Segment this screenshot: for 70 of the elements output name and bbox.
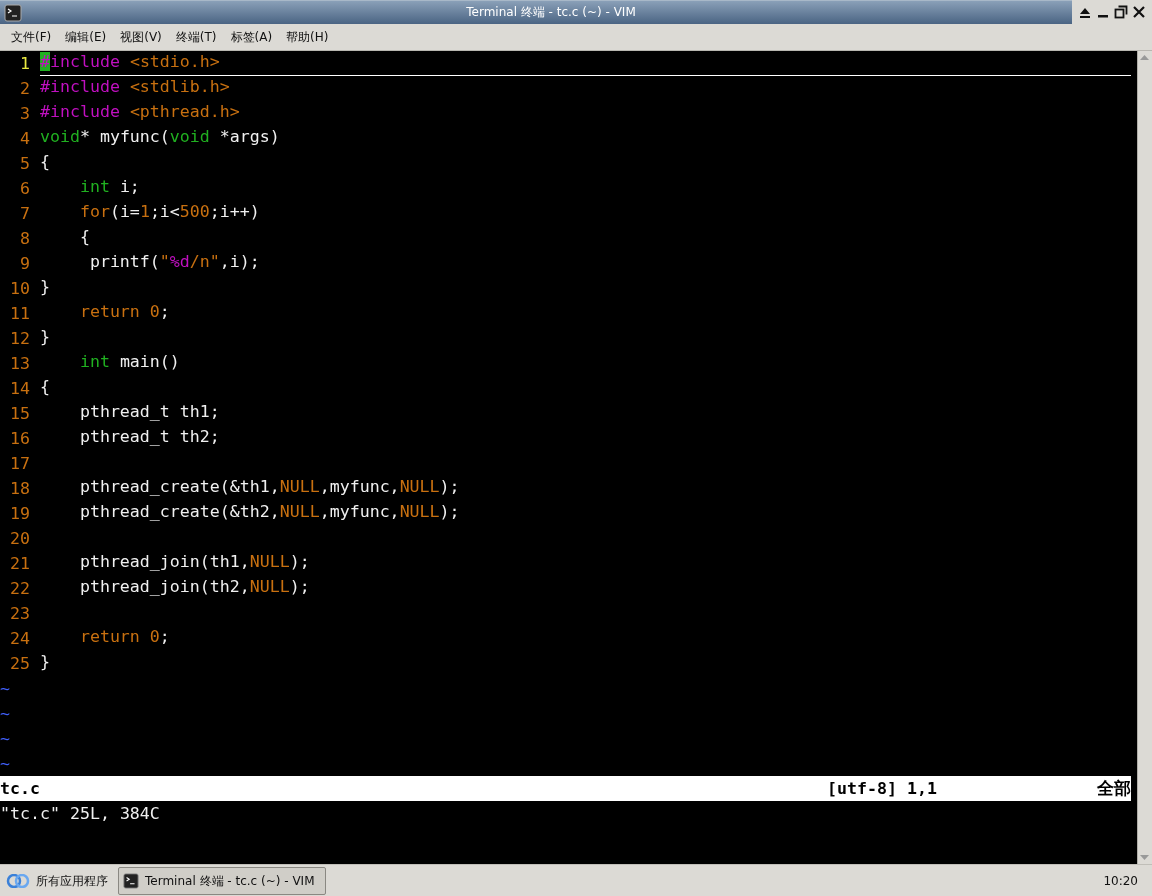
line-number: 14	[9, 379, 30, 398]
code-line: pthread_join(th2,NULL);	[78, 576, 310, 598]
line-number: 20	[9, 529, 30, 548]
maximize-icon[interactable]	[1114, 5, 1128, 19]
terminal-icon	[123, 873, 139, 889]
code-line: int i;	[78, 176, 140, 198]
close-icon[interactable]	[1132, 5, 1146, 19]
code-line: return 0;	[78, 301, 170, 323]
line-number: 11	[9, 304, 30, 323]
line-number: 7	[18, 204, 30, 223]
code-line: }	[39, 651, 50, 673]
file-name: tc.c	[0, 779, 41, 798]
code-line: pthread_t th1;	[78, 401, 220, 423]
line-number: 18	[9, 479, 30, 498]
line-number: 15	[9, 404, 30, 423]
line-number: 12	[9, 329, 30, 348]
message-text: "tc.c" 25L, 384C	[0, 804, 160, 823]
code-line: }	[39, 326, 50, 348]
menu-item[interactable]: 帮助(H)	[279, 28, 336, 46]
line-number: 4	[18, 129, 30, 148]
line-number: 16	[9, 429, 30, 448]
line-number: 5	[18, 154, 30, 173]
code-line: #include <pthread.h>	[39, 101, 240, 123]
terminal-icon[interactable]	[4, 3, 22, 22]
line-number: 17	[9, 454, 30, 473]
menu-item[interactable]: 视图(V)	[113, 28, 169, 46]
code-line: printf("%d/n",i);	[88, 251, 260, 273]
text-cursor: #	[39, 52, 50, 71]
line-number: 2	[18, 79, 30, 98]
line-number: 10	[9, 279, 30, 298]
code-line: pthread_create(&th2,NULL,myfunc,NULL);	[78, 501, 460, 523]
code-line: }	[39, 276, 50, 298]
code-line: for(i=1;i<500;i++)	[78, 201, 260, 223]
start-button[interactable]: 所有应用程序	[0, 866, 118, 896]
code-line: int main()	[78, 351, 180, 373]
code-line: pthread_t th2;	[78, 426, 220, 448]
code-line: pthread_create(&th1,NULL,myfunc,NULL);	[78, 476, 460, 498]
empty-line-marker: ~	[0, 679, 10, 698]
window-title: Terminal 终端 - tc.c (~) - VIM	[465, 4, 637, 21]
line-number: 24	[9, 629, 30, 648]
code-line: {	[78, 226, 90, 248]
cursor-position: [utf-8] 1,1	[827, 779, 938, 798]
line-number: 9	[18, 254, 30, 273]
line-number: 8	[18, 229, 30, 248]
code-line: {	[39, 376, 50, 398]
menu-item[interactable]: 终端(T)	[168, 28, 224, 46]
code-line: pthread_join(th1,NULL);	[78, 551, 310, 573]
menu-item[interactable]: 标签(A)	[223, 28, 280, 46]
menu-item[interactable]: 文件(F)	[4, 28, 59, 46]
empty-line-marker: ~	[0, 754, 10, 773]
line-number: 6	[18, 179, 30, 198]
line-number: 22	[9, 579, 30, 598]
logo-icon	[6, 874, 30, 888]
line-number: 25	[9, 654, 30, 673]
scroll-position: 全部	[1097, 777, 1131, 800]
line-number: 19	[9, 504, 30, 523]
menu-item[interactable]: 编辑(E)	[58, 28, 114, 46]
task-button[interactable]: Terminal 终端 - tc.c (~) - VIM	[118, 867, 326, 895]
code-line: #include <stdlib.h>	[39, 76, 230, 98]
code-line: {	[39, 151, 50, 173]
line-number: 3	[18, 104, 30, 123]
empty-line-marker: ~	[0, 704, 10, 723]
empty-line-marker: ~	[0, 729, 10, 748]
line-number: 23	[9, 604, 30, 623]
line-number: 21	[9, 554, 30, 573]
code-line: void* myfunc(void *args)	[39, 126, 280, 148]
clock: 10:20	[1103, 874, 1139, 888]
code-line: return 0;	[78, 626, 170, 648]
line-number: 13	[9, 354, 30, 373]
line-number: 1	[18, 54, 30, 73]
